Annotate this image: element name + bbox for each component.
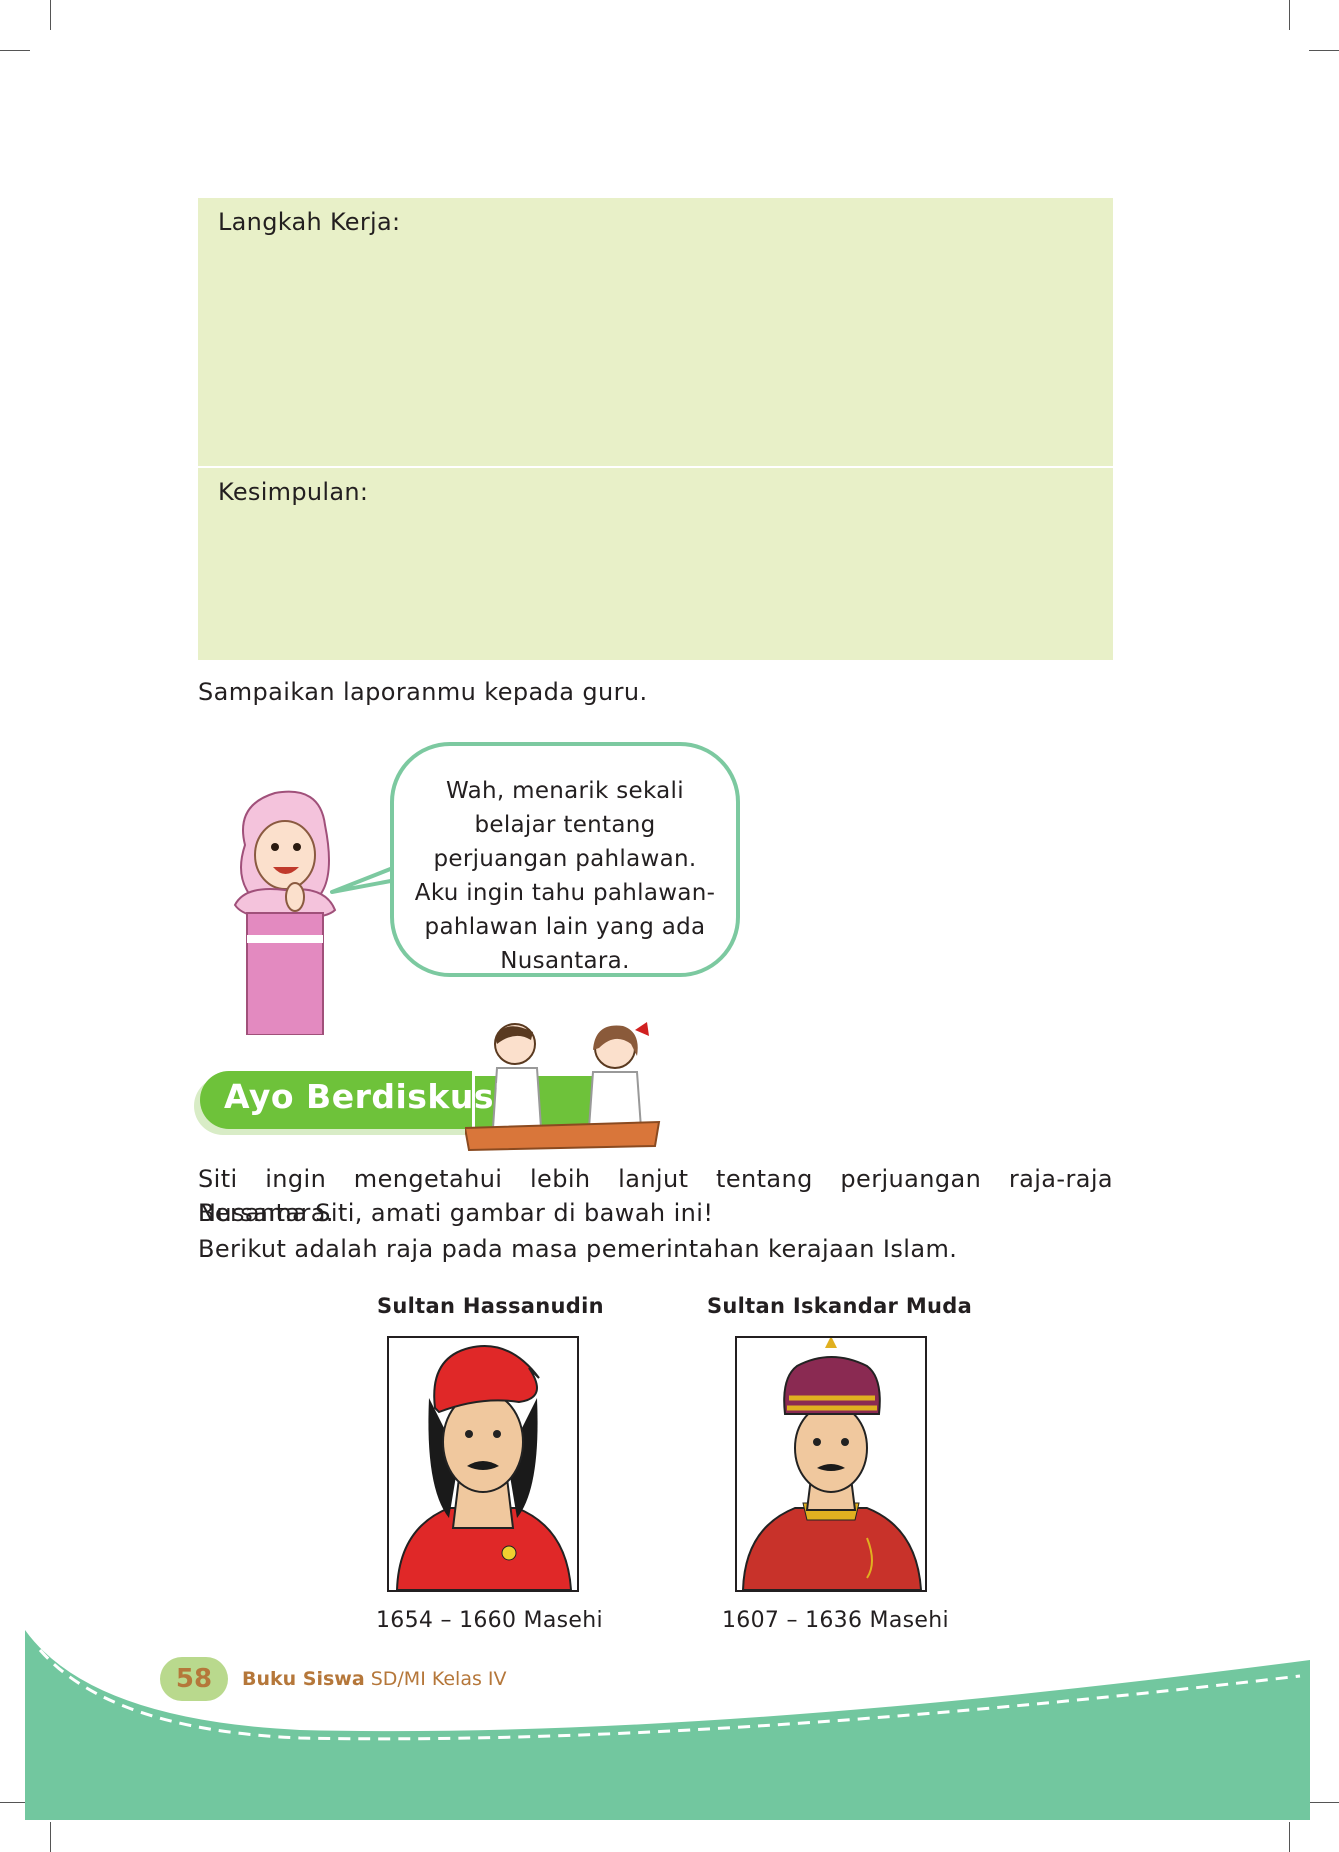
speech-bubble: Wah, menarik sekali belajar tentang perj… [390, 742, 740, 977]
crop-mark [0, 50, 30, 51]
portrait-name: Sultan Iskandar Muda [707, 1294, 973, 1318]
steps-label: Langkah Kerja: [218, 208, 401, 236]
portrait-name: Sultan Hassanudin [377, 1294, 604, 1318]
sultan-iskandar-muda-portrait [741, 1338, 923, 1590]
section-title: Ayo Berdiskusi [224, 1077, 506, 1116]
bubble-line: belajar tentang [474, 812, 656, 838]
portrait-frame [387, 1336, 579, 1592]
paragraph: Berikut adalah raja pada masa pemerintah… [198, 1235, 958, 1263]
paragraph: Bersama Siti, amati gambar di bawah ini! [198, 1199, 714, 1227]
portrait-frame [735, 1336, 927, 1592]
crop-mark [50, 0, 51, 30]
conclusion-cell[interactable]: Kesimpulan: [198, 468, 1113, 660]
book-title: Buku Siswa SD/MI Kelas IV [242, 1668, 507, 1690]
bubble-line: pahlawan lain yang ada [424, 914, 706, 940]
crop-mark [1309, 50, 1339, 51]
page-number: 58 [160, 1657, 228, 1701]
bubble-line: perjuangan pahlawan. [433, 846, 697, 872]
conclusion-label: Kesimpulan: [218, 478, 369, 506]
crop-mark [1289, 0, 1290, 30]
girl-hijab-illustration [233, 790, 337, 1035]
bubble-line: Aku ingin tahu pahlawan- [414, 880, 716, 906]
bubble-line: Wah, menarik sekali [446, 778, 684, 804]
book-title-bold: Buku Siswa [242, 1668, 365, 1690]
task-table: Langkah Kerja: Kesimpulan: [198, 198, 1113, 660]
instruction-text: Sampaikan laporanmu kepada guru. [198, 678, 648, 706]
book-title-rest: SD/MI Kelas IV [364, 1668, 507, 1690]
bubble-line: Nusantara. [500, 948, 630, 974]
steps-cell[interactable]: Langkah Kerja: [198, 198, 1113, 468]
sultan-hassanudin-portrait [395, 1345, 573, 1590]
